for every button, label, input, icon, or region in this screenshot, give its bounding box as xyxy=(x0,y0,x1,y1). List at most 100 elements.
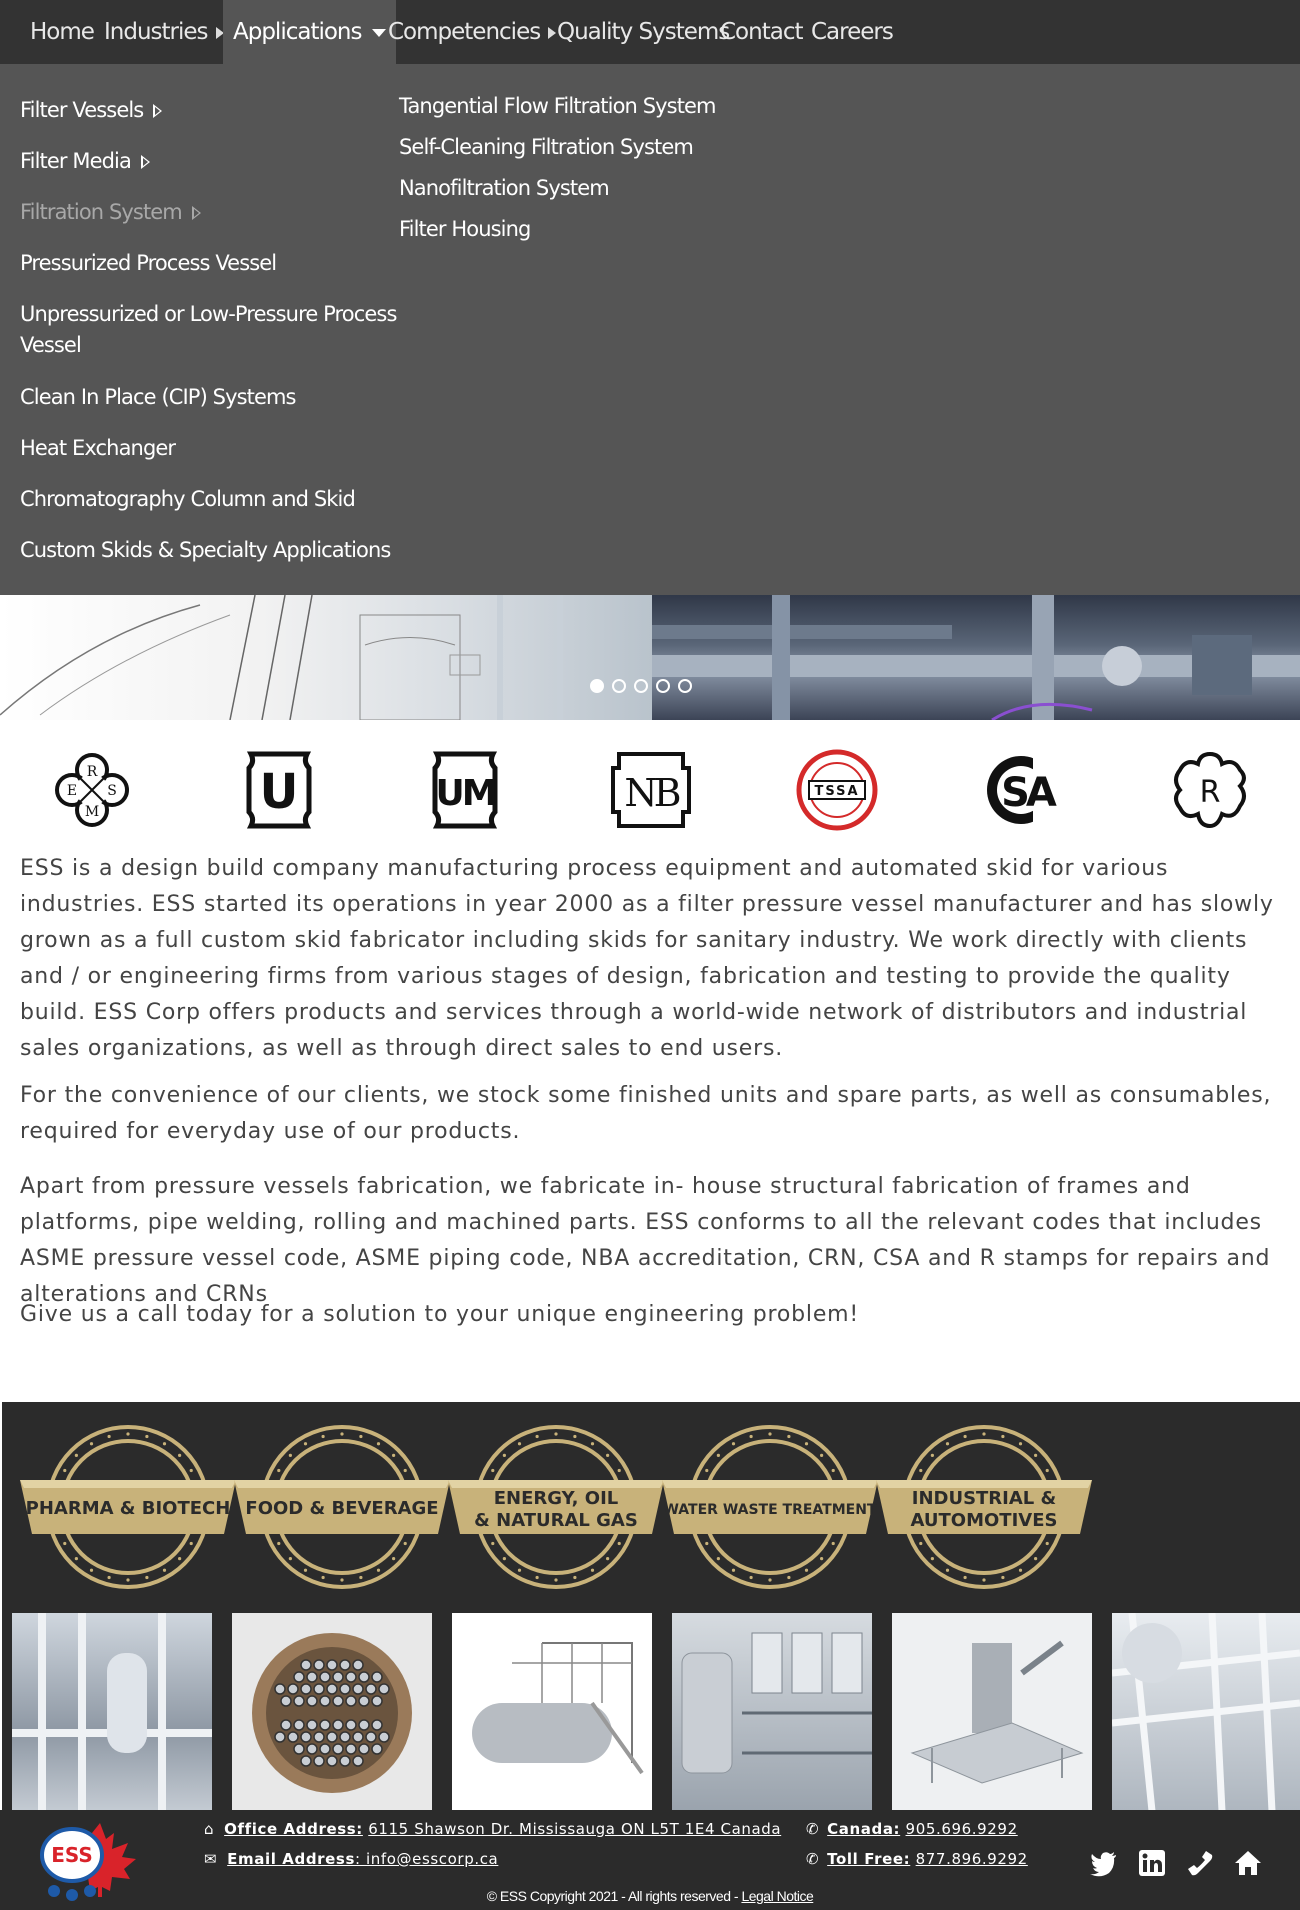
industry-badge-label: WATER WASTE TREATMENT xyxy=(663,1502,876,1518)
applications-dropdown: Filter Vessels Filter Media Filtration S… xyxy=(0,64,1300,595)
svg-text:M: M xyxy=(85,804,99,820)
linkedin-icon[interactable] xyxy=(1138,1849,1166,1877)
hero-drawing-image xyxy=(0,595,652,720)
submenu-arrow-icon xyxy=(191,206,201,220)
call-to-action: Give us a call today for a solution to y… xyxy=(20,1302,860,1327)
office-address-value[interactable]: 6115 Shawson Dr. Mississauga ON L5T 1E4 … xyxy=(368,1820,781,1838)
caret-right-icon xyxy=(548,26,557,39)
tssa-stamp-icon: TSSA xyxy=(796,749,878,831)
menu-item-label-line2: Vessel xyxy=(20,333,82,357)
envelope-icon: ✉ xyxy=(204,1850,218,1868)
technical-drawing-graphic xyxy=(0,595,563,720)
email-address: ✉ Email Address: info@esscorp.ca xyxy=(204,1850,498,1868)
pipework-graphic xyxy=(1112,1613,1300,1811)
svg-text:SA: SA xyxy=(1001,770,1057,816)
menu-item-unpressurized-vessel[interactable]: Unpressurized or Low-Pressure Process Ves… xyxy=(20,299,397,361)
about-paragraph: ESS is a design build company manufactur… xyxy=(20,856,1274,1061)
toll-free-value[interactable]: 877.896.9292 xyxy=(916,1850,1028,1868)
email-address-value[interactable]: : info@esscorp.ca xyxy=(355,1850,498,1868)
menu-item-filter-vessels[interactable]: Filter Vessels xyxy=(20,95,163,126)
vessel-platform-graphic xyxy=(452,1613,652,1811)
nav-contact[interactable]: Contact xyxy=(720,0,803,64)
submenu-item-tff-system[interactable]: Tangential Flow Filtration System xyxy=(399,91,717,122)
top-navigation: Home Industries Applications Competencie… xyxy=(0,0,1300,64)
industry-badge-2[interactable]: FOOD & BEVERAGE xyxy=(230,1422,454,1592)
menu-item-label: Filtration System xyxy=(20,200,183,224)
slider-dot-1[interactable] xyxy=(590,679,604,693)
caret-down-icon xyxy=(371,28,386,37)
industry-badge-label: INDUSTRIAL & xyxy=(912,1488,1056,1509)
svg-text:S: S xyxy=(107,783,117,799)
menu-item-custom-skids[interactable]: Custom Skids & Specialty Applications xyxy=(20,535,391,566)
menu-item-cip-systems[interactable]: Clean In Place (CIP) Systems xyxy=(20,382,296,413)
industry-photo-heat-exchanger[interactable] xyxy=(232,1613,432,1811)
heat-exchanger-graphic xyxy=(232,1613,432,1811)
asme-um-stamp-icon: UM xyxy=(432,751,498,829)
slider-dots xyxy=(590,679,700,699)
menu-item-label-line1: Unpressurized or Low-Pressure Process xyxy=(20,302,397,326)
industry-badge-label: PHARMA & BIOTECH xyxy=(26,1498,231,1519)
asme-u-stamp-icon: U xyxy=(246,751,312,829)
menu-item-pressurized-process-vessel[interactable]: Pressurized Process Vessel xyxy=(20,248,277,279)
logo-text: ESS xyxy=(51,1843,93,1867)
industry-photo-pipework[interactable] xyxy=(1112,1613,1300,1811)
canada-phone-label: Canada: xyxy=(827,1820,901,1838)
slider-dot-5[interactable] xyxy=(678,679,692,693)
asme-es-stamp-icon: R E S M xyxy=(55,753,129,827)
svg-text:E: E xyxy=(67,783,77,799)
industrial-pipes-graphic xyxy=(652,595,1300,720)
nav-applications-label: Applications xyxy=(233,19,362,45)
industry-badge-label-line2: AUTOMOTIVES xyxy=(911,1510,1058,1531)
industry-photo-structure-render[interactable] xyxy=(892,1613,1092,1811)
slider-dot-2[interactable] xyxy=(612,679,626,693)
svg-text:R: R xyxy=(87,764,98,780)
office-address-label: Office Address: xyxy=(224,1820,363,1838)
certification-stamps: R E S M U UM NB TSSA SA R xyxy=(0,748,1300,832)
menu-item-heat-exchanger[interactable]: Heat Exchanger xyxy=(20,433,176,464)
home-icon[interactable] xyxy=(1234,1849,1262,1877)
menu-item-label: Filter Media xyxy=(20,149,132,173)
home-icon: ⌂ xyxy=(204,1820,215,1838)
nav-competencies[interactable]: Competencies xyxy=(388,0,557,64)
legal-notice-link[interactable]: Legal Notice xyxy=(741,1888,813,1904)
submenu-item-filter-housing[interactable]: Filter Housing xyxy=(399,214,531,245)
submenu-item-self-cleaning[interactable]: Self-Cleaning Filtration System xyxy=(399,132,694,163)
industry-photo-vessel-platform[interactable] xyxy=(452,1613,652,1811)
industries-section: PHARMA & BIOTECH FOOD & BEVERAGE ENERGY, O… xyxy=(2,1402,1300,1811)
office-address: ⌂ Office Address: 6115 Shawson Dr. Missis… xyxy=(204,1820,781,1838)
industry-badge-label: ENERGY, OIL xyxy=(494,1488,619,1509)
menu-item-chromatography[interactable]: Chromatography Column and Skid xyxy=(20,484,356,515)
svg-text:UM: UM xyxy=(435,773,494,814)
industry-badge-label-line2: & NATURAL GAS xyxy=(474,1510,638,1531)
industry-badge-4[interactable]: WATER WASTE TREATMENT xyxy=(658,1422,882,1592)
phone-icon: ✆ xyxy=(806,1850,820,1868)
industry-badge-1[interactable]: PHARMA & BIOTECH xyxy=(16,1422,240,1592)
submenu-arrow-icon xyxy=(140,155,150,169)
twitter-icon[interactable] xyxy=(1090,1849,1118,1877)
r-stamp-icon: R xyxy=(1174,751,1246,829)
nav-applications[interactable]: Applications xyxy=(223,0,396,64)
nb-stamp-icon: NB xyxy=(611,752,691,828)
nav-home[interactable]: Home xyxy=(30,0,95,64)
nav-industries[interactable]: Industries xyxy=(104,0,224,64)
industry-photo-processing-plant[interactable] xyxy=(672,1613,872,1811)
svg-text:U: U xyxy=(260,764,299,820)
industry-badge-3[interactable]: ENERGY, OIL& NATURAL GAS xyxy=(444,1422,668,1592)
email-address-label: Email Address xyxy=(227,1850,355,1868)
copyright-text: © ESS Copyright 2021 - All rights reserv… xyxy=(486,1888,742,1904)
industry-badge-5[interactable]: INDUSTRIAL &AUTOMOTIVES xyxy=(872,1422,1096,1592)
industry-photo-pharma[interactable] xyxy=(12,1613,212,1811)
nav-quality-systems[interactable]: Quality Systems xyxy=(557,0,730,64)
phone-icon[interactable] xyxy=(1186,1849,1214,1877)
pipes-graphic xyxy=(12,1613,212,1811)
menu-item-filtration-system[interactable]: Filtration System xyxy=(20,197,201,228)
slider-dot-3[interactable] xyxy=(634,679,648,693)
menu-item-filter-media[interactable]: Filter Media xyxy=(20,146,150,177)
nav-competencies-label: Competencies xyxy=(388,19,541,45)
slider-dot-4[interactable] xyxy=(656,679,670,693)
nav-careers[interactable]: Careers xyxy=(811,0,894,64)
menu-item-label: Filter Vessels xyxy=(20,98,144,122)
hero-slider xyxy=(0,595,1300,720)
canada-phone-value[interactable]: 905.696.9292 xyxy=(906,1820,1018,1838)
submenu-item-nanofiltration[interactable]: Nanofiltration System xyxy=(399,173,610,204)
